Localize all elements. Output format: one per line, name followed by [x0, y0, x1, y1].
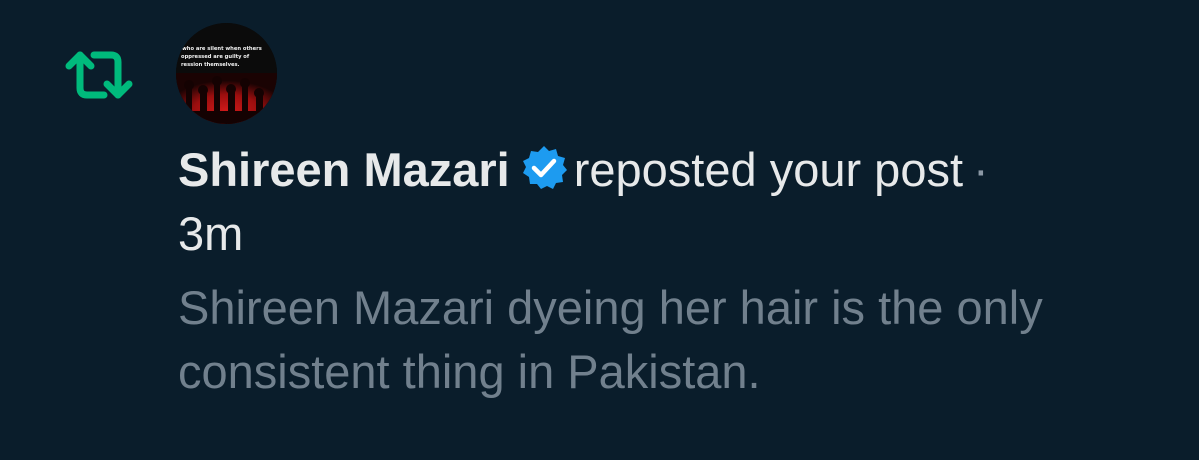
avatar-text-2: oppressed are guilty of	[181, 54, 250, 60]
user-name[interactable]: Shireen Mazari	[178, 143, 510, 196]
post-preview[interactable]: Shireen Mazari dyeing her hair is the on…	[178, 276, 1138, 404]
notification-headline: Shireen Mazari reposted your post · 3m	[178, 138, 1158, 266]
repost-icon	[60, 46, 138, 104]
timestamp[interactable]: 3m	[178, 207, 243, 260]
separator: ·	[973, 143, 989, 196]
avatar[interactable]: who are silent when others oppressed are…	[176, 23, 277, 124]
avatar-text-1: who are silent when others	[182, 46, 262, 52]
action-text: reposted your post	[573, 143, 964, 196]
verified-badge-icon	[520, 144, 568, 192]
avatar-text-3: ression themselves.	[181, 62, 240, 68]
repost-notification[interactable]: who are silent when others oppressed are…	[0, 0, 1199, 460]
